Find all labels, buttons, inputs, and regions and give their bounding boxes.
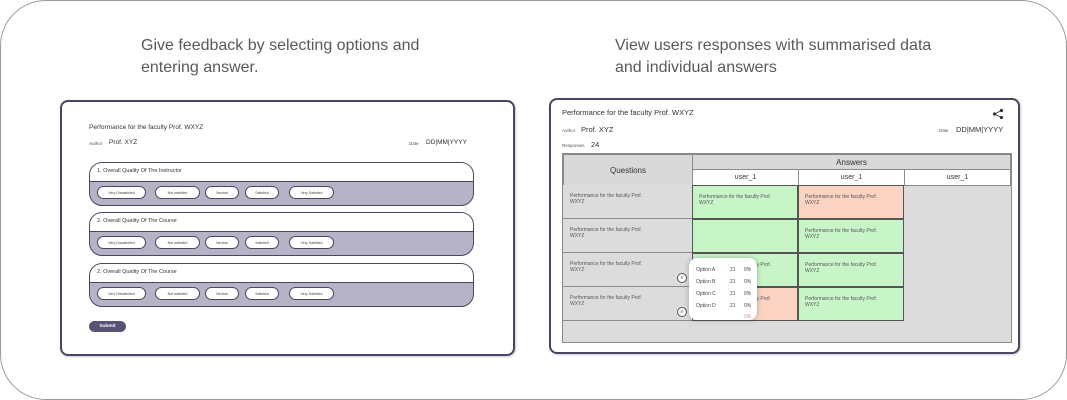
question-cell-text: Performance for the faculty Prof. WXYZ	[570, 261, 642, 273]
right-caption: View users responses with summarised dat…	[615, 37, 932, 76]
dash-author-label: Author	[562, 128, 576, 133]
option-button[interactable]: Not satisfied	[155, 236, 200, 249]
author-value: Prof. XYZ	[109, 139, 138, 146]
user-column-header: user_1	[904, 169, 1011, 186]
user-column-header: user_1	[798, 169, 905, 186]
question-row: Performance for the faculty Prof. WXYZ	[563, 185, 693, 219]
answer-cell[interactable]: Performance for the faculty Prof. WXYZ	[692, 185, 798, 219]
popup-option-percent: 0%	[744, 303, 752, 309]
popup-option-percent: 0%	[744, 267, 752, 273]
option-button[interactable]: Very Satisfied	[289, 186, 334, 199]
popup-option-percent: 0%	[744, 291, 752, 297]
question-cell-text: Performance for the faculty Prof. WXYZ	[570, 295, 642, 307]
option-button[interactable]: Satisfied	[245, 236, 279, 249]
answer-cell[interactable]: Performance for the faculty Prof. WXYZ	[798, 219, 904, 253]
answer-cell-text: Performance for the faculty Prof. WXYZ	[805, 194, 877, 206]
option-button[interactable]: Not satisfied	[155, 287, 200, 300]
dash-author-value: Prof. XYZ	[581, 125, 614, 134]
question-row: Performance for the faculty Prof. WXYZ ≡	[563, 287, 693, 321]
popup-option-count: 21	[730, 291, 736, 297]
question-card: 2. Overall Quality Of The Course Very Dis…	[89, 212, 474, 256]
popup-extra-percent-text: 0%	[744, 314, 752, 320]
note-icon[interactable]: ≡	[677, 307, 687, 317]
option-button[interactable]: Very Dissatisfied	[97, 287, 146, 300]
option-button[interactable]: Not satisfied	[155, 186, 200, 199]
option-button[interactable]: Neutral	[205, 287, 239, 300]
feedback-form-frame: Performance for the faculty Prof. WXYZ A…	[60, 100, 515, 356]
question-header: 2. Overall Quality Of The Course	[90, 213, 473, 232]
question-text: 2. Overall Quality Of The Course	[97, 269, 177, 275]
popup-option-count: 21	[730, 303, 736, 309]
option-button[interactable]: Very Dissatisfied	[97, 186, 146, 199]
answer-cell-text: Performance for the faculty Prof. WXYZ	[699, 194, 771, 206]
option-button[interactable]: Neutral	[205, 236, 239, 249]
answer-cell[interactable]: Performance for the faculty Prof. WXYZ	[798, 253, 904, 287]
popup-option-label: Option D	[696, 303, 716, 309]
answer-cell[interactable]	[692, 219, 798, 253]
date-label: Date	[409, 141, 419, 146]
popup-option-count: 21	[730, 279, 736, 285]
question-row: Performance for the faculty Prof. WXYZ ≡	[563, 253, 693, 287]
question-header: 2. Overall Quality Of The Course	[90, 264, 473, 283]
dash-date-value: DD|MM|YYYY	[956, 125, 1004, 134]
questions-header: Questions	[563, 154, 693, 186]
question-cell-text: Performance for the faculty Prof. WXYZ	[570, 193, 642, 205]
question-text: 2. Overall Quality Of The Course	[97, 218, 177, 224]
responses-grid: Questions Answers user_1 user_1 user_1 Per…	[562, 153, 1012, 343]
option-button[interactable]: Very Satisfied	[289, 287, 334, 300]
author-label: Author	[89, 141, 103, 146]
answer-cell-text: Performance for the faculty Prof. WXYZ	[805, 296, 877, 308]
option-button[interactable]: Satisfied	[245, 287, 279, 300]
popup-option-label: Option A	[696, 267, 716, 273]
option-button[interactable]: Very Dissatisfied	[97, 236, 146, 249]
share-icon[interactable]	[992, 108, 1004, 120]
form-title: Performance for the faculty Prof. WXYZ	[89, 124, 204, 131]
question-header: 1. Overall Quality Of The Instructor	[90, 163, 473, 182]
popup-option-percent: 0%	[744, 279, 752, 285]
dashboard-title: Performance for the faculty Prof. WXYZ	[562, 108, 694, 117]
question-row: Performance for the faculty Prof. WXYZ	[563, 219, 693, 253]
answer-cell[interactable]: Performance for the faculty Prof. WXYZ	[798, 185, 904, 219]
answer-cell-text: Performance for the faculty Prof. WXYZ	[805, 262, 877, 274]
popup-option-label: Option C	[696, 291, 716, 297]
summary-popup: Option A 21 0% Option B 21 0% Option C 21 0% Opti…	[689, 258, 757, 320]
question-card: 1. Overall Quality Of The Instructor Very…	[89, 162, 474, 206]
option-button[interactable]: Satisfied	[245, 186, 279, 199]
submit-button[interactable]: Submit	[89, 321, 126, 332]
responses-count: 24	[591, 140, 600, 149]
user-column-header: user_1	[692, 169, 799, 186]
responses-label: Responses	[562, 143, 585, 148]
question-card: 2. Overall Quality Of The Course Very Dis…	[89, 263, 474, 307]
question-cell-text: Performance for the faculty Prof. WXYZ	[570, 227, 642, 239]
popup-option-count: 21	[730, 267, 736, 273]
answers-header: Answers	[692, 154, 1011, 170]
responses-dashboard-frame: Performance for the faculty Prof. WXYZ A…	[549, 98, 1020, 354]
answer-cell-text: Performance for the faculty Prof. WXYZ	[805, 228, 877, 240]
dash-date-label: Date	[939, 128, 949, 133]
left-caption: Give feedback by selecting options and e…	[141, 37, 420, 76]
answer-cell[interactable]: Performance for the faculty Prof. WXYZ	[798, 287, 904, 321]
note-icon[interactable]: ≡	[677, 273, 687, 283]
date-value: DD|MM|YYYY	[426, 139, 467, 146]
option-button[interactable]: Neutral	[205, 186, 239, 199]
option-button[interactable]: Very Satisfied	[289, 236, 334, 249]
popup-option-label: Option B	[696, 279, 716, 285]
question-text: 1. Overall Quality Of The Instructor	[97, 168, 182, 174]
